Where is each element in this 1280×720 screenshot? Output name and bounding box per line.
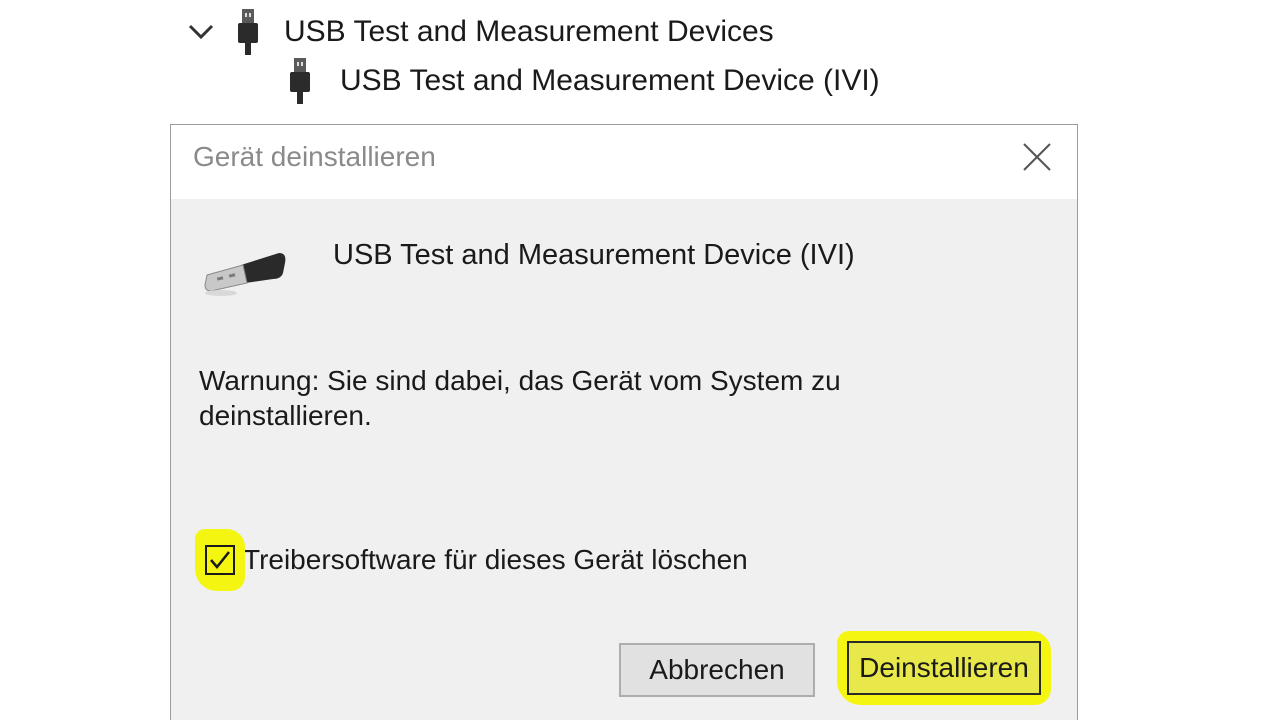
delete-driver-checkbox-row[interactable]: Treibersoftware für dieses Gerät löschen [195, 529, 748, 591]
delete-driver-checkbox[interactable] [205, 545, 235, 575]
dialog-titlebar: Gerät deinstallieren [171, 125, 1077, 199]
chevron-down-icon[interactable] [186, 17, 216, 47]
usb-cable-icon [201, 243, 287, 299]
tree-category-label: USB Test and Measurement Devices [284, 15, 774, 48]
uninstall-device-dialog: Gerät deinstallieren USB Test and Measur… [170, 124, 1078, 720]
checkmark-icon [210, 551, 230, 569]
delete-driver-label: Treibersoftware für dieses Gerät löschen [243, 544, 748, 575]
tree-category-usb-test-devices[interactable]: USB Test and Measurement Devices [186, 8, 774, 56]
tree-device-label: USB Test and Measurement Device (IVI) [340, 64, 880, 97]
device-name: USB Test and Measurement Device (IVI) [333, 239, 855, 271]
dialog-title: Gerät deinstallieren [193, 141, 436, 172]
usb-plug-icon [236, 9, 260, 55]
close-button[interactable] [1017, 137, 1057, 177]
close-icon[interactable] [1022, 142, 1052, 172]
cancel-button[interactable]: Abbrechen [619, 643, 815, 697]
checkbox-highlight [195, 529, 245, 591]
usb-plug-icon [288, 58, 312, 104]
tree-device-usb-tmc-ivi[interactable]: USB Test and Measurement Device (IVI) [288, 57, 880, 105]
warning-text: Warnung: Sie sind dabei, das Gerät vom S… [199, 365, 841, 431]
uninstall-button[interactable]: Deinstallieren [847, 641, 1041, 695]
device-manager-window: USB Test and Measurement Devices USB Tes… [0, 0, 1280, 720]
